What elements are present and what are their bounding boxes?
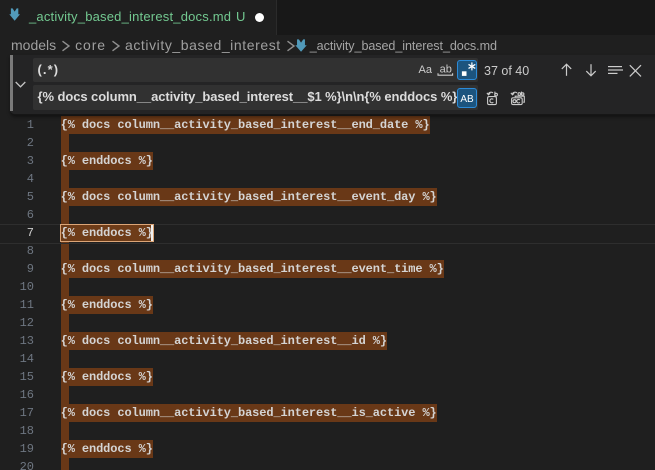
- svg-text:AB: AB: [460, 93, 474, 104]
- svg-text:ab: ab: [439, 63, 451, 75]
